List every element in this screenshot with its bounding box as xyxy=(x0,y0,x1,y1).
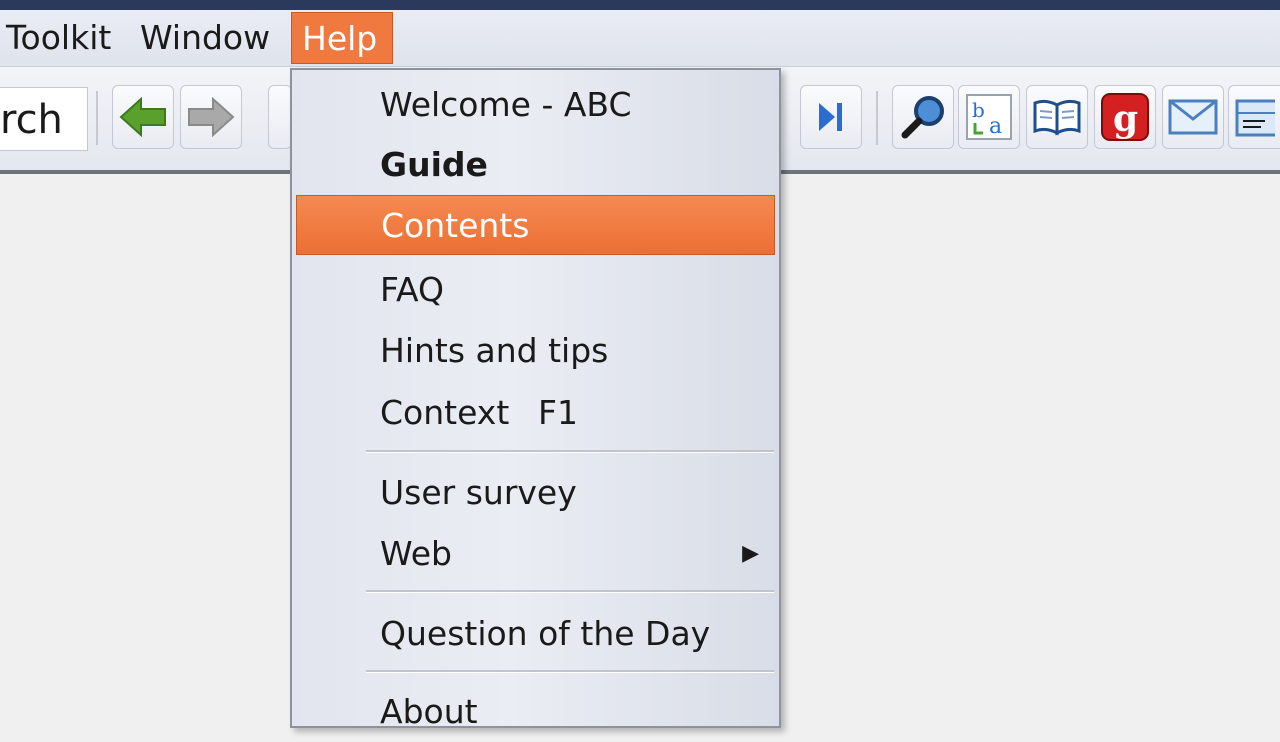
menu-window[interactable]: Window xyxy=(130,12,280,64)
book-icon xyxy=(1033,99,1081,136)
forward-arrow-icon xyxy=(188,97,235,137)
menu-item-guide[interactable]: Guide xyxy=(296,135,775,195)
menu-item-user-survey[interactable]: User survey xyxy=(296,463,775,523)
help-menu-dropdown: Welcome - ABC Guide Contents FAQ Hints a… xyxy=(290,68,781,731)
menu-item-label: Contents xyxy=(381,206,530,245)
last-page-button[interactable] xyxy=(800,85,862,149)
search-tool-button[interactable] xyxy=(892,85,954,149)
svg-text:a: a xyxy=(989,114,1002,139)
table-button[interactable] xyxy=(1228,85,1280,149)
table-icon xyxy=(1235,99,1275,137)
g-red-icon: g xyxy=(1101,93,1149,141)
menu-item-label: FAQ xyxy=(380,270,444,309)
menu-item-label: Context xyxy=(380,393,510,432)
back-arrow-icon xyxy=(119,97,166,137)
menu-item-contents[interactable]: Contents xyxy=(296,195,775,255)
menu-item-label: Hints and tips xyxy=(380,331,609,370)
menu-item-label: About xyxy=(380,692,478,731)
toolbar-separator xyxy=(96,91,98,145)
menu-toolkit[interactable]: Toolkit xyxy=(0,12,121,64)
menu-item-label: User survey xyxy=(380,473,577,512)
menu-item-context[interactable]: Context F1 xyxy=(296,383,775,443)
svg-text:g: g xyxy=(1113,98,1138,140)
menu-item-label: Guide xyxy=(380,145,488,184)
svg-text:b: b xyxy=(972,98,985,122)
magnifier-icon xyxy=(901,96,944,139)
menu-help[interactable]: Help xyxy=(291,12,393,64)
menu-item-welcome[interactable]: Welcome - ABC xyxy=(296,75,775,135)
translate-button[interactable]: b a xyxy=(958,85,1020,149)
menu-item-label: Web xyxy=(380,534,452,573)
forward-button[interactable] xyxy=(180,85,242,149)
menu-item-label: Question of the Day xyxy=(380,614,711,653)
mail-button[interactable] xyxy=(1162,85,1224,149)
submenu-arrow-icon: ▶ xyxy=(742,541,759,566)
menu-item-label: Welcome - ABC xyxy=(380,85,632,124)
menu-separator xyxy=(366,450,774,453)
mail-icon xyxy=(1168,99,1218,135)
menu-item-about[interactable]: About xyxy=(296,682,775,742)
ba-translate-icon: b a xyxy=(966,94,1012,140)
last-page-icon xyxy=(819,103,842,131)
menu-item-hints-and-tips[interactable]: Hints and tips xyxy=(296,321,775,381)
g-button[interactable]: g xyxy=(1094,85,1156,149)
menu-separator xyxy=(366,590,774,593)
search-input[interactable]: rch xyxy=(0,87,88,151)
back-button[interactable] xyxy=(112,85,174,149)
menu-bar: Toolkit Window Help xyxy=(0,10,1280,67)
window-title-strip xyxy=(0,0,1280,10)
toolbar-button-partial[interactable] xyxy=(268,85,292,149)
toolbar-separator xyxy=(876,91,878,145)
book-button[interactable] xyxy=(1026,85,1088,149)
menu-item-web[interactable]: Web ▶ xyxy=(296,524,775,584)
menu-separator xyxy=(366,670,774,673)
shortcut-label: F1 xyxy=(538,393,578,432)
menu-item-faq[interactable]: FAQ xyxy=(296,260,775,320)
menu-item-question-of-the-day[interactable]: Question of the Day xyxy=(296,604,775,664)
